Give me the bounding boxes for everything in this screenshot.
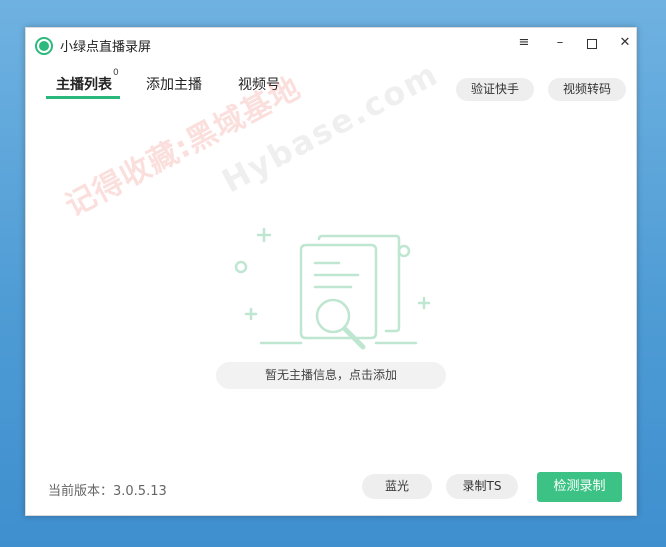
version-label: 当前版本：3.0.5.13	[48, 484, 167, 499]
empty-state-message[interactable]: 暂无主播信息，点击添加	[216, 362, 446, 389]
video-transcode-button[interactable]: 视频转码	[548, 78, 626, 101]
app-window: 小绿点直播录屏 ≡ – ✕ 主播列表 0 添加主播 视频号 验证快手 视频转码 …	[25, 27, 637, 516]
streamer-count-badge: 0	[113, 68, 119, 78]
tab-streamer-list[interactable]: 主播列表	[56, 74, 112, 94]
minimize-button[interactable]: –	[546, 32, 574, 54]
window-title: 小绿点直播录屏	[60, 40, 152, 55]
title-bar: 小绿点直播录屏 ≡ – ✕	[26, 28, 636, 62]
verify-kuaishou-button[interactable]: 验证快手	[456, 78, 534, 101]
bluray-button[interactable]: 蓝光	[362, 474, 432, 499]
maximize-button[interactable]	[578, 32, 606, 54]
tab-add-streamer[interactable]: 添加主播	[146, 74, 202, 94]
detect-record-button[interactable]: 检测录制	[537, 472, 622, 502]
record-ts-button[interactable]: 录制TS	[446, 474, 518, 499]
maximize-icon	[587, 39, 597, 49]
document-search-icon	[234, 227, 431, 350]
active-tab-indicator	[46, 96, 120, 99]
menu-button[interactable]: ≡	[510, 32, 538, 54]
app-logo-icon	[35, 37, 53, 55]
close-button[interactable]: ✕	[611, 32, 639, 54]
tab-channels[interactable]: 视频号	[238, 74, 280, 94]
